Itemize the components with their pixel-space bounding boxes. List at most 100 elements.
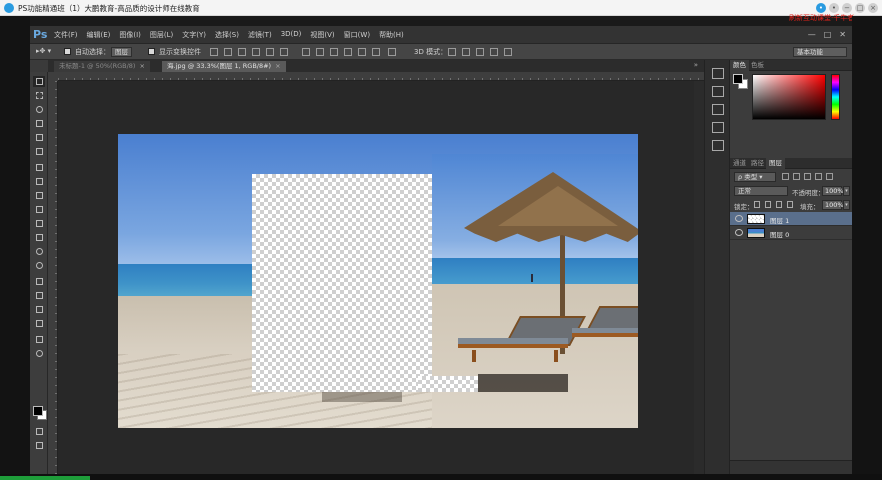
minimize-button[interactable]: —	[808, 30, 816, 39]
menu-edit[interactable]: 编辑(E)	[87, 30, 111, 40]
lock-all-icon[interactable]	[787, 201, 793, 208]
menu-layer[interactable]: 图层(L)	[150, 30, 173, 40]
drag-3d-icon[interactable]	[476, 48, 484, 56]
tab-close-icon[interactable]: ×	[275, 62, 280, 70]
menu-file[interactable]: 文件(F)	[54, 30, 78, 40]
slide-3d-icon[interactable]	[490, 48, 498, 56]
align-top-icon[interactable]	[210, 48, 218, 56]
properties-panel-icon[interactable]	[712, 104, 724, 115]
menu-3d[interactable]: 3D(D)	[281, 30, 302, 40]
history-brush-tool-icon[interactable]	[33, 204, 45, 215]
hand-tool-icon[interactable]	[33, 334, 45, 345]
menu-help[interactable]: 帮助(H)	[379, 30, 404, 40]
layer-name[interactable]: 图层 1	[770, 215, 789, 225]
align-vcenter-icon[interactable]	[224, 48, 232, 56]
scale-3d-icon[interactable]	[504, 48, 512, 56]
player-minimize-icon[interactable]: −	[842, 3, 852, 13]
layer-row-layer-1[interactable]: 图层 1	[730, 212, 852, 226]
auto-select-checkbox[interactable]	[64, 48, 71, 55]
opacity-arrow-icon[interactable]: ▾	[843, 186, 850, 196]
zoom-tool-icon[interactable]	[33, 348, 45, 359]
canvas-scrollbar[interactable]	[694, 81, 704, 474]
layer-kind-filter[interactable]: ρ 类型 ▾	[734, 172, 776, 182]
clone-stamp-tool-icon[interactable]	[33, 190, 45, 201]
distribute-left-icon[interactable]	[344, 48, 352, 56]
filter-shape-icon[interactable]	[815, 173, 822, 180]
quick-select-tool-icon[interactable]	[33, 118, 45, 129]
video-progress-bar[interactable]	[0, 476, 90, 480]
lock-transparent-icon[interactable]	[754, 201, 760, 208]
player-maximize-icon[interactable]: □	[855, 3, 865, 13]
adjustments-panel-icon[interactable]	[712, 140, 724, 151]
tab-overflow-icon[interactable]: »	[694, 61, 698, 69]
player-notice[interactable]: 刷新互动课堂·千牛者	[789, 13, 854, 23]
canvas-area[interactable]	[48, 72, 704, 474]
move-tool-icon[interactable]	[33, 76, 45, 87]
document-tab-untitled[interactable]: 未标题-1 @ 50%(RGB/8) ×	[54, 61, 150, 72]
menu-type[interactable]: 文字(Y)	[182, 30, 206, 40]
menu-select[interactable]: 选择(S)	[215, 30, 239, 40]
align-hcenter-icon[interactable]	[266, 48, 274, 56]
distribute-bottom-icon[interactable]	[330, 48, 338, 56]
player-settings-icon[interactable]: •	[829, 3, 839, 13]
hue-slider[interactable]	[831, 74, 840, 120]
eraser-tool-icon[interactable]	[33, 218, 45, 229]
close-button[interactable]: ✕	[839, 30, 846, 39]
screen-mode-icon[interactable]	[33, 440, 45, 451]
player-close-icon[interactable]: ×	[868, 3, 878, 13]
foreground-color-swatch[interactable]	[33, 406, 43, 416]
filter-smart-object-icon[interactable]	[826, 173, 833, 180]
healing-brush-tool-icon[interactable]	[33, 162, 45, 173]
opacity-input[interactable]: 100%	[822, 186, 844, 196]
dodge-tool-icon[interactable]	[33, 260, 45, 271]
pen-tool-icon[interactable]	[33, 276, 45, 287]
visibility-eye-icon[interactable]	[735, 229, 743, 236]
auto-select-target-dropdown[interactable]: 图层	[111, 47, 132, 57]
menu-image[interactable]: 图像(I)	[119, 30, 141, 40]
gradient-tool-icon[interactable]	[33, 232, 45, 243]
tab-channels[interactable]: 通道	[730, 158, 749, 169]
marquee-tool-icon[interactable]	[33, 90, 45, 101]
auto-align-icon[interactable]	[388, 48, 396, 56]
roll-3d-icon[interactable]	[462, 48, 470, 56]
fill-input[interactable]: 100%	[822, 200, 844, 210]
actions-panel-icon[interactable]	[712, 86, 724, 97]
lasso-tool-icon[interactable]	[33, 104, 45, 115]
lock-pixels-icon[interactable]	[765, 201, 771, 208]
distribute-top-icon[interactable]	[302, 48, 310, 56]
menu-filter[interactable]: 滤镜(T)	[248, 30, 272, 40]
rotate-3d-icon[interactable]	[448, 48, 456, 56]
fill-arrow-icon[interactable]: ▾	[843, 200, 850, 210]
align-left-icon[interactable]	[252, 48, 260, 56]
tab-layers[interactable]: 图层	[766, 158, 785, 169]
move-tool-preset-icon[interactable]: ▸✥ ▾	[36, 47, 51, 55]
filter-adjustment-icon[interactable]	[793, 173, 800, 180]
tab-swatches[interactable]: 色板	[748, 60, 767, 71]
tab-color[interactable]: 颜色	[730, 60, 749, 71]
distribute-hcenter-icon[interactable]	[358, 48, 366, 56]
color-picker-field[interactable]	[752, 74, 826, 120]
blur-tool-icon[interactable]	[33, 246, 45, 257]
align-bottom-icon[interactable]	[238, 48, 246, 56]
distribute-right-icon[interactable]	[372, 48, 380, 56]
tab-paths[interactable]: 路径	[748, 158, 767, 169]
align-right-icon[interactable]	[280, 48, 288, 56]
maximize-button[interactable]: □	[824, 30, 832, 39]
filter-pixel-icon[interactable]	[782, 173, 789, 180]
workspace-dropdown[interactable]: 基本功能	[793, 47, 847, 57]
character-panel-icon[interactable]	[712, 122, 724, 133]
quick-mask-icon[interactable]	[33, 426, 45, 437]
eyedropper-tool-icon[interactable]	[33, 146, 45, 157]
menu-view[interactable]: 视图(V)	[310, 30, 334, 40]
brush-tool-icon[interactable]	[33, 176, 45, 187]
color-foreground-swatch[interactable]	[733, 74, 743, 84]
history-panel-icon[interactable]	[712, 68, 724, 79]
rectangle-tool-icon[interactable]	[33, 318, 45, 329]
document-canvas[interactable]	[118, 134, 638, 428]
player-menu-icon[interactable]: •	[816, 3, 826, 13]
visibility-eye-icon[interactable]	[735, 215, 743, 222]
show-transform-checkbox[interactable]	[148, 48, 155, 55]
tab-close-icon[interactable]: ×	[139, 62, 144, 70]
menu-window[interactable]: 窗口(W)	[344, 30, 370, 40]
layer-row-layer-0[interactable]: 图层 0	[730, 226, 852, 240]
